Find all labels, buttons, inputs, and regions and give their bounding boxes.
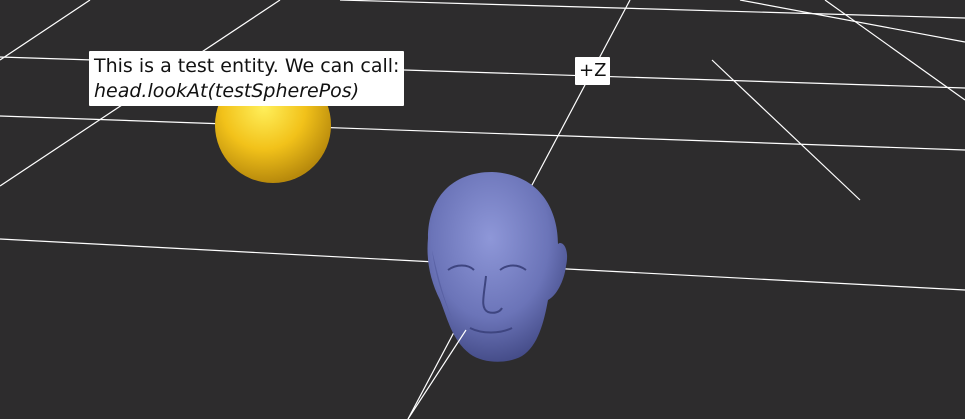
tooltip-line-1: This is a test entity. We can call: — [94, 55, 400, 77]
entity-tooltip: This is a test entity. We can call: head… — [89, 51, 405, 106]
head-model[interactable] — [427, 172, 568, 362]
3d-viewport[interactable]: This is a test entity. We can call: head… — [0, 0, 965, 419]
z-axis-label: +Z — [575, 57, 611, 85]
z-axis-line-front — [407, 329, 467, 419]
tooltip-line-2: head.lookAt(testSpherePos) — [94, 80, 360, 102]
